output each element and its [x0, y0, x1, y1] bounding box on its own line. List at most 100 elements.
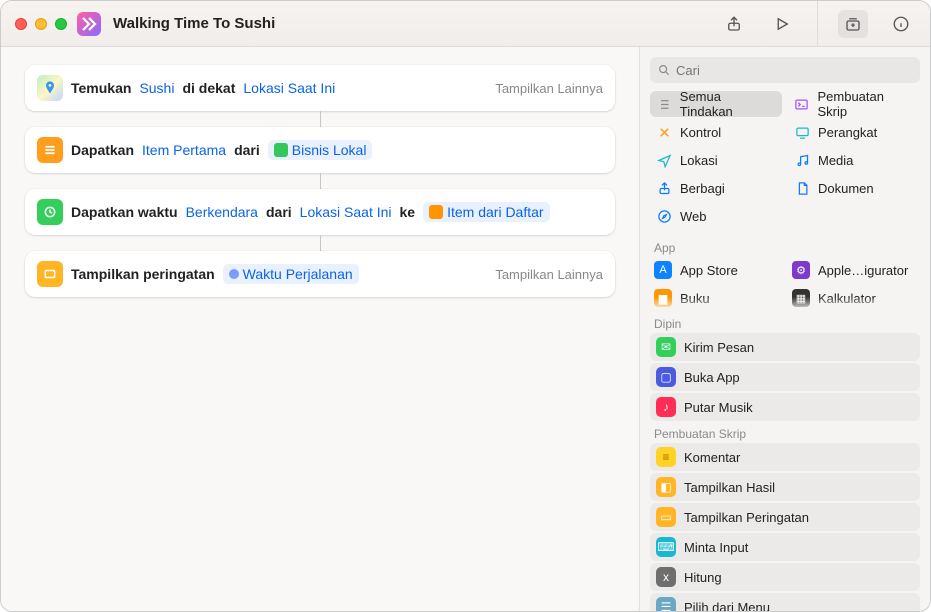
apps-grid: AApp Store ⚙Apple…igurator ▆Buku ▦ Kalkul…	[640, 257, 930, 311]
category-documents[interactable]: Dokumen	[788, 175, 920, 201]
action-label: Dapatkan	[71, 142, 134, 158]
device-icon	[794, 124, 810, 140]
configurator-icon: ⚙	[792, 261, 810, 279]
titlebar-divider	[817, 1, 818, 47]
show-more-button[interactable]: Tampilkan Lainnya	[495, 81, 603, 96]
action-find-places[interactable]: Temukan Sushi di dekat Lokasi Saat Ini T…	[25, 65, 615, 111]
script-label: Tampilkan Hasil	[684, 480, 775, 495]
pinned-open-app[interactable]: ▢Buka App	[650, 363, 920, 391]
action-show-alert[interactable]: Tampilkan peringatan Waktu Perjalanan Ta…	[25, 251, 615, 297]
messages-icon: ✉	[656, 337, 676, 357]
nav-icon	[656, 152, 672, 168]
category-label: Dokumen	[818, 181, 874, 196]
safari-icon	[656, 208, 672, 224]
show-more-button[interactable]: Tampilkan Lainnya	[495, 267, 603, 282]
x-icon	[656, 124, 672, 140]
variable-chip[interactable]: Bisnis Lokal	[268, 140, 373, 160]
zoom-window-button[interactable]	[55, 18, 67, 30]
pinned-play-music[interactable]: ♪Putar Musik	[650, 393, 920, 421]
script-label: Tampilkan Peringatan	[684, 510, 809, 525]
script-show-alert[interactable]: ▭Tampilkan Peringatan	[650, 503, 920, 531]
input-icon: ⌨	[656, 537, 676, 557]
variable-label: Waktu Perjalanan	[243, 266, 353, 282]
action-mid: dari	[234, 142, 260, 158]
app-configurator[interactable]: ⚙Apple…igurator	[788, 257, 920, 283]
script-ask-input[interactable]: ⌨ Minta Input	[650, 533, 920, 561]
mode-token[interactable]: Berkendara	[186, 204, 258, 220]
pinned-label: Kirim Pesan	[684, 340, 754, 355]
calc-icon: x	[656, 567, 676, 587]
location-token[interactable]: Lokasi Saat Ini	[243, 80, 335, 96]
script-show-result[interactable]: ◧ Tampilkan Hasil	[650, 473, 920, 501]
scripting-list: ≡ Komentar ◧ Tampilkan Hasil ▭Tampilkan Pe…	[640, 443, 930, 612]
app-books[interactable]: ▆Buku	[650, 285, 782, 311]
search-icon	[657, 63, 671, 77]
comment-icon: ≡	[656, 447, 676, 467]
menu-icon: ☰	[656, 597, 676, 612]
close-window-button[interactable]	[15, 18, 27, 30]
script-choose-menu[interactable]: ☰ Pilih dari Menu	[650, 593, 920, 612]
action-label: Temukan	[71, 80, 131, 96]
category-device[interactable]: Perangkat	[788, 119, 920, 145]
category-all-actions[interactable]: Semua Tindakan	[650, 91, 782, 117]
category-label: Semua Tindakan	[680, 89, 776, 119]
search-input[interactable]	[650, 57, 920, 83]
alert-icon	[37, 261, 63, 287]
window-controls	[15, 18, 67, 30]
doc-icon	[794, 180, 810, 196]
script-comment[interactable]: ≡ Komentar	[650, 443, 920, 471]
category-grid: Semua Tindakan Pembuatan Skrip Kontrol P…	[640, 89, 930, 235]
run-button[interactable]	[767, 10, 797, 38]
category-location[interactable]: Lokasi	[650, 147, 782, 173]
search-term-token[interactable]: Sushi	[139, 80, 174, 96]
variable-chip[interactable]: Item dari Daftar	[423, 202, 549, 222]
connector-line	[320, 111, 321, 127]
app-label: Kalkulator	[818, 291, 876, 306]
category-scripting[interactable]: Pembuatan Skrip	[788, 91, 920, 117]
script-label: Minta Input	[684, 540, 748, 555]
calculator-icon: ▦	[792, 289, 810, 307]
library-button[interactable]	[838, 10, 868, 38]
app-store-icon: A	[654, 261, 672, 279]
from-location-token[interactable]: Lokasi Saat Ini	[300, 204, 392, 220]
section-header-pinned: Dipin	[640, 311, 930, 333]
script-label: Komentar	[684, 450, 740, 465]
script-label: Pilih dari Menu	[684, 600, 770, 612]
pinned-send-message[interactable]: ✉ Kirim Pesan	[650, 333, 920, 361]
app-label: Buku	[680, 291, 710, 306]
action-mid2: ke	[400, 204, 416, 220]
app-calculator[interactable]: ▦ Kalkulator	[788, 285, 920, 311]
pinned-list: ✉ Kirim Pesan ▢Buka App ♪Putar Musik	[640, 333, 930, 421]
category-control[interactable]: Kontrol	[650, 119, 782, 145]
section-header-apps: App	[640, 235, 930, 257]
minimize-window-button[interactable]	[35, 18, 47, 30]
category-label: Perangkat	[818, 125, 877, 140]
result-icon: ◧	[656, 477, 676, 497]
travel-time-icon	[229, 269, 239, 279]
category-label: Web	[680, 209, 707, 224]
category-label: Pembuatan Skrip	[817, 89, 914, 119]
terminal-icon	[794, 96, 809, 112]
actions-library-sidebar: Semua Tindakan Pembuatan Skrip Kontrol P…	[639, 47, 930, 611]
variable-chip[interactable]: Waktu Perjalanan	[223, 264, 359, 284]
action-label: Tampilkan peringatan	[71, 266, 215, 282]
category-media[interactable]: Media	[788, 147, 920, 173]
action-travel-time[interactable]: Dapatkan waktu Berkendara dari Lokasi Sa…	[25, 189, 615, 235]
open-app-icon: ▢	[656, 367, 676, 387]
script-label: Hitung	[684, 570, 722, 585]
variable-label: Bisnis Lokal	[292, 142, 367, 158]
category-sharing[interactable]: Berbagi	[650, 175, 782, 201]
script-calculate[interactable]: x Hitung	[650, 563, 920, 591]
app-app-store[interactable]: AApp Store	[650, 257, 782, 283]
item-selector-token[interactable]: Item Pertama	[142, 142, 226, 158]
action-mid: dari	[266, 204, 292, 220]
clock-icon	[37, 199, 63, 225]
pinned-label: Putar Musik	[684, 400, 753, 415]
action-get-item[interactable]: Dapatkan Item Pertama dari Bisnis Lokal	[25, 127, 615, 173]
maps-icon	[37, 75, 63, 101]
shortcut-icon	[77, 12, 101, 36]
category-label: Kontrol	[680, 125, 721, 140]
category-web[interactable]: Web	[650, 203, 782, 229]
share-button[interactable]	[719, 10, 749, 38]
info-button[interactable]	[886, 10, 916, 38]
